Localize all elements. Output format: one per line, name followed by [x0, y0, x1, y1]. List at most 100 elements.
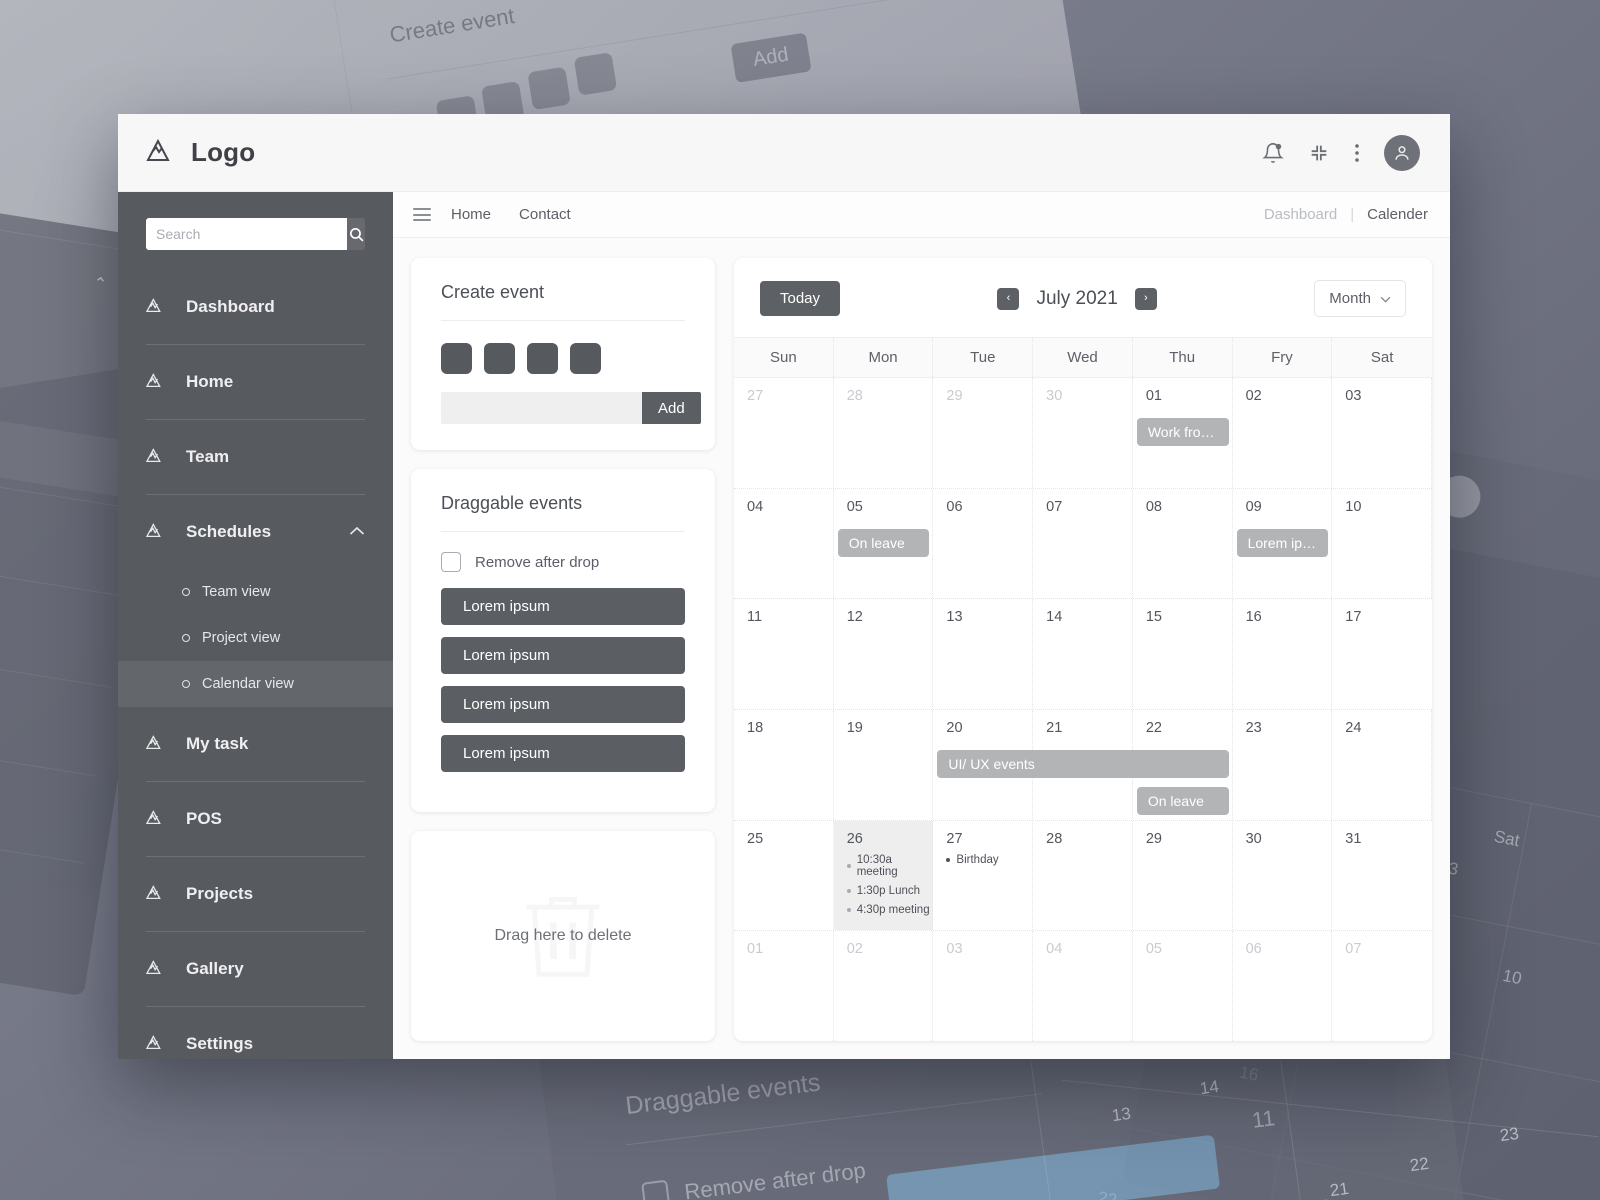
dow-label: Sat [1370, 349, 1394, 366]
sidebar-item-projects[interactable]: Projects [118, 857, 393, 931]
draggable-item[interactable]: Lorem ipsum [441, 735, 685, 772]
sidebar-item-calendar-view[interactable]: Calendar view [118, 661, 393, 707]
calendar-event-chip[interactable]: UI/ UX events [937, 750, 1229, 779]
calendar-day-cell[interactable]: 26 10:30a meeting 1:30p Lunch 4:30p meeting [833, 820, 934, 931]
day-event-item[interactable]: Birthday [946, 854, 1032, 866]
color-swatch[interactable] [441, 343, 472, 374]
calendar-day-cell[interactable]: 27 [734, 378, 834, 488]
sidebar-item-dashboard[interactable]: Dashboard [118, 270, 393, 344]
calendar-day-cell[interactable]: 28 [1033, 820, 1133, 931]
sidebar-item-project-view[interactable]: Project view [118, 615, 393, 661]
color-swatch[interactable] [484, 343, 515, 374]
sidebar-item-team-view[interactable]: Team view [118, 569, 393, 615]
calendar-day-cell[interactable]: 28 [834, 378, 934, 488]
calendar-day-cell[interactable]: 27 Birthday [933, 820, 1034, 931]
drag-to-delete-card[interactable]: Drag here to delete [411, 831, 715, 1041]
add-event-row: Add [411, 374, 715, 450]
calendar-day-cell[interactable]: 11 [734, 599, 834, 710]
calendar-day-cell[interactable]: 18 [734, 710, 834, 820]
day-number: 05 [846, 498, 863, 515]
remove-after-drop-checkbox[interactable] [441, 552, 461, 572]
brand[interactable]: Logo [146, 137, 255, 168]
search-button[interactable] [347, 218, 365, 250]
nav-link-contact[interactable]: Contact [519, 206, 571, 223]
calendar-day-cell[interactable]: 29 [1133, 820, 1233, 931]
calendar-day-cell[interactable]: 15 [1133, 599, 1233, 710]
nav-link-home[interactable]: Home [451, 206, 491, 223]
today-button[interactable]: Today [760, 281, 841, 316]
sidebar-item-gallery[interactable]: Gallery [118, 932, 393, 1006]
view-select[interactable]: Month [1314, 280, 1406, 317]
event-title-input[interactable] [441, 392, 642, 424]
calendar-day-cell[interactable]: 04 [734, 488, 834, 599]
sidebar-item-my-task[interactable]: My task [118, 707, 393, 781]
calendar-day-cell[interactable]: 05 [1133, 931, 1233, 1041]
next-month-button[interactable]: › [1134, 287, 1157, 310]
calendar-day-cell[interactable]: 30 [1033, 378, 1133, 488]
draggable-item[interactable]: Lorem ipsum [441, 686, 685, 723]
color-swatch[interactable] [527, 343, 558, 374]
calendar-day-cell[interactable]: 07 [1033, 488, 1133, 599]
search-input[interactable] [146, 218, 347, 250]
calendar-day-cell[interactable]: 06 [1233, 931, 1333, 1041]
day-event-label: Birthday [956, 853, 999, 866]
chevron-up-icon[interactable] [349, 523, 365, 541]
breadcrumb-calender[interactable]: Calender [1367, 206, 1428, 223]
calendar-day-cell[interactable]: 08 [1133, 488, 1233, 599]
calendar-event-chip[interactable]: Lorem ips ... [1236, 528, 1329, 557]
calendar-day-cell[interactable]: 10 [1332, 488, 1432, 599]
sidebar-subitem-label: Team view [202, 584, 271, 600]
sidebar-item-settings[interactable]: Settings [118, 1007, 393, 1059]
calendar-day-cell[interactable]: 30 [1233, 820, 1333, 931]
compress-icon[interactable] [1308, 142, 1330, 164]
breadcrumb-dashboard[interactable]: Dashboard [1264, 206, 1337, 223]
color-swatch[interactable] [570, 343, 601, 374]
calendar-day-cell[interactable]: 03 [1332, 378, 1432, 488]
calendar-day-cell[interactable]: 02 [834, 931, 934, 1041]
calendar-day-cell[interactable]: 12 [834, 599, 934, 710]
sidebar-item-schedules[interactable]: Schedules [118, 495, 393, 569]
draggable-item[interactable]: Lorem ipsum [441, 637, 685, 674]
calendar-day-cell[interactable]: 04 [1033, 931, 1133, 1041]
calendar-day-cell[interactable]: 25 [734, 820, 834, 931]
calendar-week: 11 12 13 14 15 16 17 [734, 599, 1432, 711]
calendar-day-cell[interactable]: 24 [1332, 710, 1432, 820]
day-event-item[interactable]: 1:30p Lunch [846, 885, 933, 897]
avatar[interactable] [1384, 134, 1420, 171]
calendar-day-cell[interactable]: 29 [933, 378, 1034, 488]
day-number: 17 [1345, 609, 1362, 626]
calendar-day-cell[interactable]: 03 [933, 931, 1034, 1041]
calendar-day-cell[interactable]: 16 [1233, 599, 1333, 710]
calendar-day-cell[interactable]: 01 [734, 931, 834, 1041]
calendar-day-cell[interactable]: 17 [1332, 599, 1432, 709]
draggable-item[interactable]: Lorem ipsum [441, 588, 685, 625]
add-button[interactable]: Add [642, 392, 701, 424]
dow-label: Mon [834, 338, 934, 377]
content-body: Create event Add Draggable events Remove… [393, 238, 1450, 1059]
calendar-day-cell[interactable]: 19 [834, 710, 934, 820]
day-event-item[interactable]: 10:30a meeting [846, 854, 933, 878]
calendar-day-cell[interactable]: 31 [1332, 821, 1432, 931]
bell-icon[interactable] [1262, 142, 1284, 164]
sidebar-item-pos[interactable]: POS [118, 782, 393, 856]
calendar-day-cell[interactable]: 14 [1033, 599, 1133, 710]
calendar-event-chip[interactable]: Work from ... [1136, 418, 1229, 446]
search-box[interactable] [146, 218, 365, 250]
day-number: 03 [946, 941, 963, 958]
calendar-day-cell[interactable]: 06 [933, 488, 1034, 599]
sidebar-item-home[interactable]: Home [118, 345, 393, 419]
remove-after-drop-row[interactable]: Remove after drop [411, 532, 715, 576]
day-event-item[interactable]: 4:30p meeting [846, 904, 933, 916]
prev-month-button[interactable]: ‹ [997, 287, 1020, 310]
calendar-day-cell[interactable]: 23 [1233, 710, 1333, 820]
calendar-day-cell[interactable]: 07 [1332, 931, 1432, 1041]
calendar-event-chip[interactable]: On leave [837, 528, 930, 557]
calendar-event-chip[interactable]: On leave [1136, 787, 1229, 816]
calendar-title-group: ‹ July 2021 › [997, 287, 1157, 310]
sidebar-item-team[interactable]: Team [118, 420, 393, 494]
calendar-day-cell[interactable]: 02 [1233, 378, 1333, 488]
brand-name: Logo [191, 137, 256, 167]
hamburger-icon[interactable] [413, 208, 431, 221]
calendar-day-cell[interactable]: 13 [933, 599, 1034, 710]
more-vertical-icon[interactable] [1354, 142, 1360, 164]
